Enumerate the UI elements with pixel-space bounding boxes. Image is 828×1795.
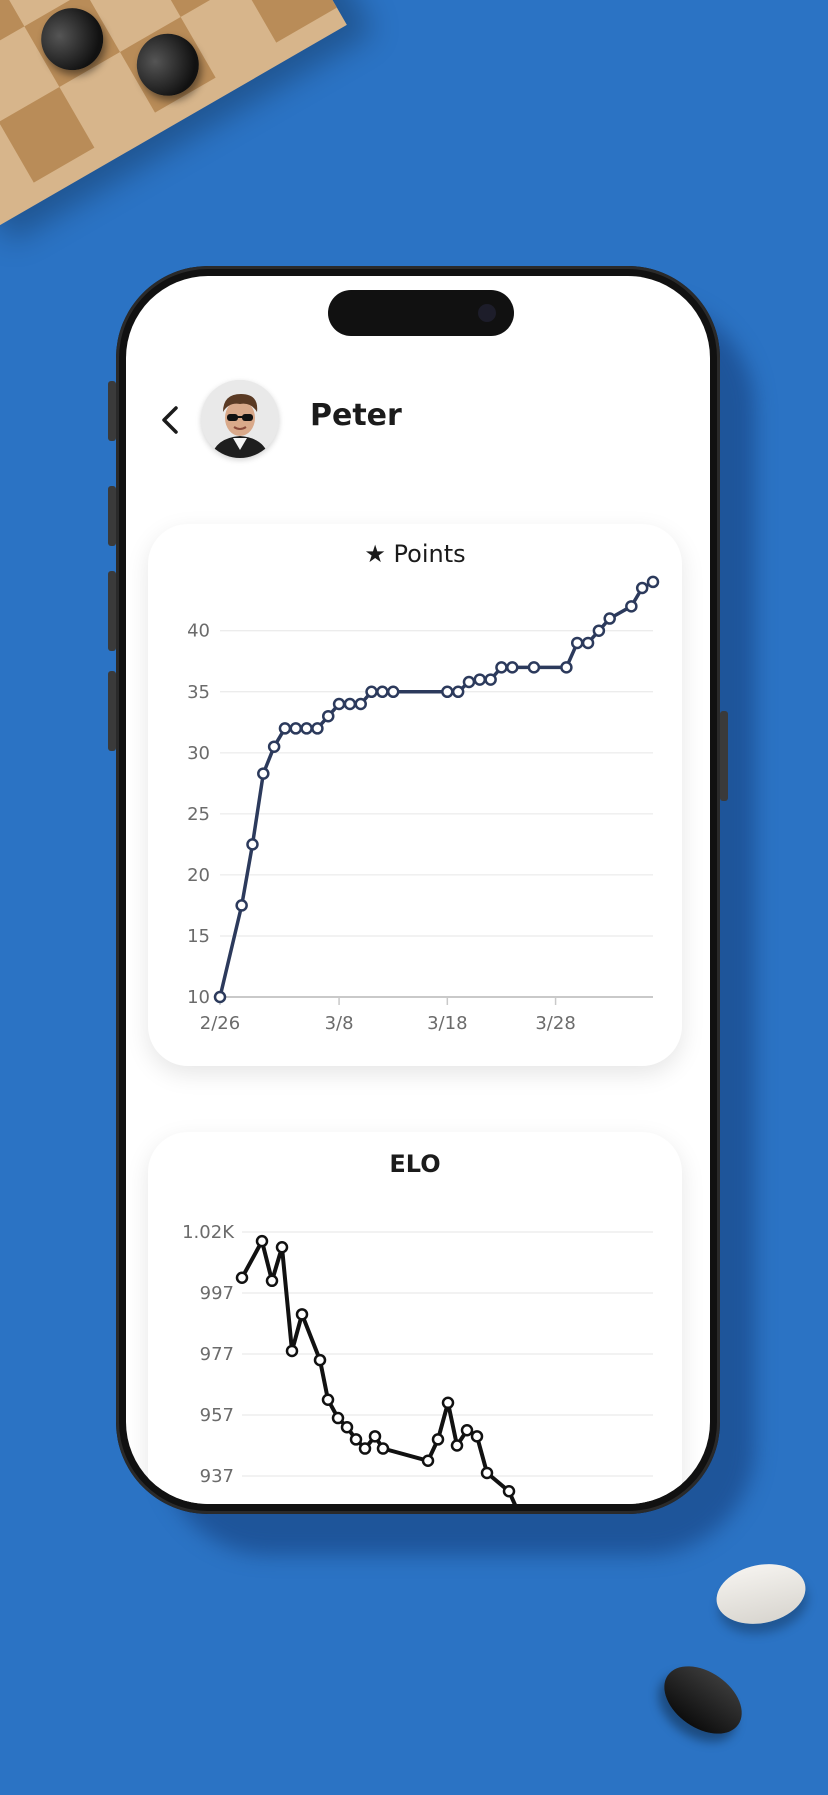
points-data-point [527, 661, 541, 674]
y-tick-label: 15 [187, 926, 210, 947]
points-data-point [386, 685, 400, 699]
points-data-point [311, 722, 324, 735]
y-tick-label: 40 [187, 621, 210, 642]
points-data-point [581, 636, 595, 650]
elo-data-point [421, 1454, 435, 1467]
points-data-point [441, 685, 454, 699]
back-button[interactable] [152, 398, 192, 442]
dynamic-island [328, 290, 514, 336]
phone-frame: Peter 10 15 20 25 30 35 40 2/26 3/8 3/18 3/28 ★ P… [108, 266, 728, 1514]
elo-data-point [460, 1424, 474, 1437]
y-tick-label: 937 [200, 1466, 234, 1487]
points-data-point [365, 685, 378, 699]
elo-data-point [265, 1274, 279, 1288]
y-tick-label: 20 [187, 865, 210, 886]
y-tick-label: 25 [187, 804, 210, 825]
points-data-point [289, 722, 303, 735]
avatar[interactable] [201, 380, 279, 458]
elo-data-point [275, 1241, 289, 1254]
elo-data-point [480, 1466, 494, 1480]
profile-header: Peter [126, 376, 710, 466]
points-title-text: Points [393, 540, 466, 568]
elo-data-point [313, 1353, 327, 1367]
elo-data-point [285, 1344, 299, 1358]
checker-piece-white [710, 1556, 812, 1632]
elo-chart-card: 1.02K 997 977 957 937 ELO [148, 1132, 682, 1504]
points-data-point [354, 697, 367, 711]
elo-data-point [295, 1308, 309, 1321]
elo-data-point [502, 1485, 516, 1498]
elo-chart-title: ELO [389, 1150, 441, 1178]
points-data-point [322, 709, 335, 723]
elo-data-point [368, 1430, 382, 1443]
elo-data-point [470, 1430, 484, 1443]
points-data-point [592, 624, 606, 637]
x-tick-label: 3/8 [325, 1013, 354, 1034]
y-tick-label: 35 [187, 682, 210, 703]
elo-data-point [441, 1396, 455, 1410]
points-data-point [560, 661, 573, 674]
y-tick-label: 10 [187, 987, 210, 1008]
points-data-point [267, 740, 281, 753]
points-data-point [278, 722, 292, 735]
points-data-point [646, 575, 660, 589]
elo-data-point [450, 1439, 464, 1452]
points-data-point [246, 838, 259, 851]
checker-piece-black [29, 0, 115, 82]
elo-chart: 1.02K 997 977 957 937 [182, 1222, 653, 1504]
elo-data-point [358, 1442, 372, 1455]
points-data-point [332, 697, 346, 711]
checkers-board [0, 0, 347, 235]
points-data-point [635, 581, 649, 595]
elo-data-point [321, 1393, 335, 1406]
chevron-left-icon [162, 406, 178, 434]
y-tick-label: 30 [187, 743, 210, 764]
x-tick-label: 3/28 [535, 1013, 575, 1034]
star-icon: ★ [364, 540, 386, 568]
points-data-point [495, 661, 508, 674]
user-photo [201, 380, 279, 458]
points-data-point [235, 899, 248, 912]
points-chart: 10 15 20 25 30 35 40 2/26 3/8 3/18 3/28 [187, 575, 660, 1034]
player-name: Peter [310, 398, 402, 433]
points-data-point [473, 673, 487, 686]
elo-data-point [431, 1433, 445, 1446]
elo-series-line [240, 1239, 517, 1504]
points-data-point [484, 673, 497, 686]
y-tick-label: 977 [200, 1344, 234, 1365]
points-data-point [506, 661, 519, 674]
x-tick-label: 2/26 [200, 1013, 240, 1034]
points-data-point [603, 612, 616, 625]
points-data-point [257, 767, 270, 780]
x-tick-label: 3/18 [427, 1013, 467, 1034]
points-chart-card: 10 15 20 25 30 35 40 2/26 3/8 3/18 3/28 ★ Points [148, 524, 682, 1066]
checker-piece-black [651, 1652, 755, 1748]
y-tick-label: 1.02K [182, 1222, 235, 1243]
elo-data-point [340, 1420, 354, 1434]
points-data-point [625, 600, 638, 613]
points-chart-title: ★ Points [148, 540, 682, 568]
points-data-point [376, 685, 389, 699]
elo-data-point [349, 1433, 363, 1446]
points-data-point [300, 722, 313, 735]
y-tick-label: 997 [200, 1283, 234, 1304]
elo-data-point [255, 1234, 269, 1248]
checker-piece-black [125, 22, 211, 108]
app-screen: Peter 10 15 20 25 30 35 40 2/26 3/8 3/18 3/28 ★ P… [126, 276, 710, 1504]
points-data-point [462, 675, 476, 689]
elo-data-point [331, 1411, 345, 1425]
points-data-point [451, 685, 465, 699]
points-data-point [570, 636, 584, 650]
elo-data-point [376, 1442, 390, 1455]
y-tick-label: 957 [200, 1405, 234, 1426]
points-data-point [343, 697, 357, 711]
elo-data-point [235, 1271, 249, 1284]
points-data-point [213, 990, 227, 1004]
